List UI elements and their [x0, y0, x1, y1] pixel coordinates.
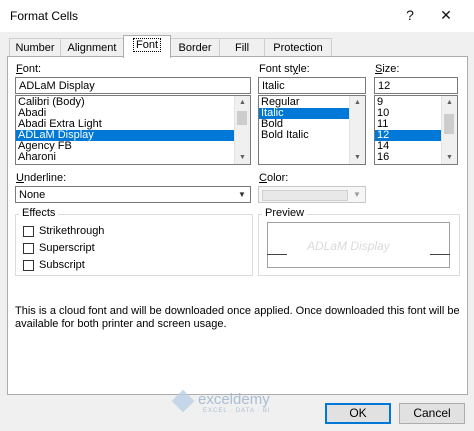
- underline-value: None: [19, 189, 46, 201]
- underline-select[interactable]: None ▼: [15, 186, 251, 203]
- font-style-input[interactable]: Italic: [258, 77, 366, 94]
- scroll-thumb[interactable]: [237, 111, 247, 125]
- font-list[interactable]: Calibri (Body) Abadi Abadi Extra Light A…: [15, 95, 251, 165]
- strikethrough-label[interactable]: Strikethrough: [39, 225, 104, 237]
- watermark-tagline: EXCEL · DATA · BI: [203, 408, 271, 414]
- scroll-up-icon[interactable]: ▲: [235, 96, 250, 109]
- size-input[interactable]: 12: [374, 77, 458, 94]
- close-button[interactable]: ✕: [432, 4, 460, 26]
- tab-font-label: Font: [132, 38, 161, 52]
- help-button[interactable]: ?: [396, 4, 424, 26]
- watermark-name: exceldemy: [198, 391, 270, 408]
- window-title: Format Cells: [10, 9, 79, 23]
- cloud-font-info: This is a cloud font and will be downloa…: [15, 305, 460, 330]
- subscript-checkbox[interactable]: [23, 260, 34, 271]
- font-style-label: Font style:: [259, 63, 310, 75]
- superscript-checkbox[interactable]: [23, 243, 34, 254]
- scroll-thumb[interactable]: [444, 114, 454, 134]
- preview-baseline-left: [267, 254, 287, 255]
- scroll-down-icon[interactable]: ▼: [350, 151, 365, 164]
- tab-protection[interactable]: Protection: [264, 38, 332, 57]
- chevron-down-icon[interactable]: ▼: [349, 187, 365, 202]
- tab-border[interactable]: Border: [170, 38, 220, 57]
- cancel-button[interactable]: Cancel: [399, 403, 465, 424]
- color-label: Color:: [259, 172, 289, 184]
- scroll-down-icon[interactable]: ▼: [442, 151, 457, 164]
- font-style-list[interactable]: Regular Italic Bold Bold Italic ▲ ▼: [258, 95, 366, 165]
- tab-fill[interactable]: Fill: [219, 38, 265, 57]
- ok-button[interactable]: OK: [325, 403, 391, 424]
- font-input[interactable]: ADLaM Display: [15, 77, 251, 94]
- color-swatch: [262, 190, 348, 201]
- superscript-label[interactable]: Superscript: [39, 242, 95, 254]
- subscript-label[interactable]: Subscript: [39, 259, 85, 271]
- effects-title: Effects: [19, 207, 59, 219]
- list-item[interactable]: Aharoni: [16, 152, 250, 163]
- chevron-down-icon[interactable]: ▼: [234, 187, 250, 202]
- color-select[interactable]: ▼: [258, 186, 366, 203]
- preview-sample-text: ADLaM Display: [307, 239, 390, 253]
- scroll-up-icon[interactable]: ▲: [350, 96, 365, 109]
- size-list[interactable]: 9 10 11 12 14 16 ▲ ▼: [374, 95, 458, 165]
- strikethrough-checkbox[interactable]: [23, 226, 34, 237]
- preview-baseline-right: [430, 254, 450, 255]
- tab-number[interactable]: Number: [9, 38, 61, 57]
- scroll-down-icon[interactable]: ▼: [235, 151, 250, 164]
- font-label: Font:: [16, 63, 42, 75]
- list-item[interactable]: Calibri (Body): [16, 97, 250, 108]
- underline-label: Underline:: [16, 172, 67, 184]
- preview-title: Preview: [262, 207, 308, 219]
- size-scrollbar[interactable]: ▲ ▼: [441, 96, 457, 164]
- scroll-up-icon[interactable]: ▲: [442, 96, 457, 109]
- tab-font[interactable]: Font: [123, 35, 171, 58]
- font-scrollbar[interactable]: ▲ ▼: [234, 96, 250, 164]
- tab-alignment[interactable]: Alignment: [60, 38, 124, 57]
- style-scrollbar[interactable]: ▲ ▼: [349, 96, 365, 164]
- close-icon: ✕: [440, 7, 452, 23]
- size-label: Size:: [375, 63, 400, 75]
